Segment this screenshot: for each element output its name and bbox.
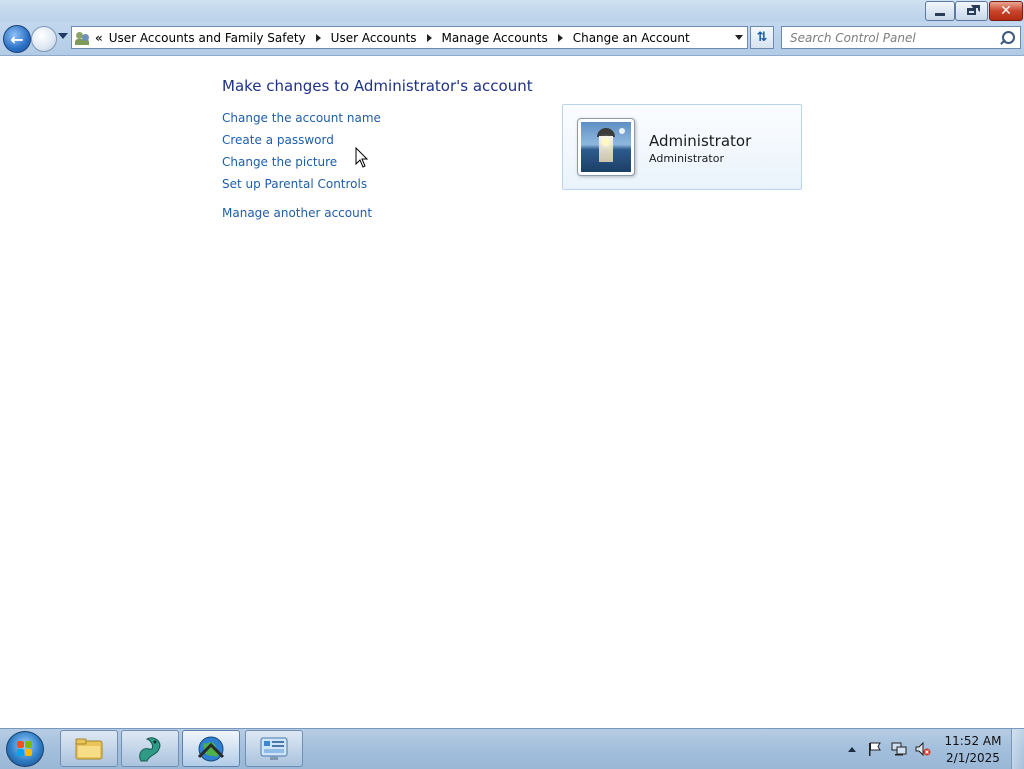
- account-type: Administrator: [649, 152, 724, 165]
- taskbar-globe-app[interactable]: [182, 730, 240, 767]
- page-title: Make changes to Administrator's account: [222, 77, 533, 95]
- restore-button[interactable]: [955, 1, 988, 21]
- breadcrumb-user-accounts-family-safety[interactable]: User Accounts and Family Safety: [109, 31, 306, 45]
- avatar: [577, 118, 635, 176]
- manage-another-account-link[interactable]: Manage another account: [222, 206, 372, 220]
- close-button[interactable]: ✕: [989, 1, 1023, 21]
- taskbar-windows-explorer[interactable]: [60, 730, 118, 767]
- show-desktop-button[interactable]: [1011, 729, 1024, 769]
- minimize-button[interactable]: [925, 1, 955, 21]
- address-overflow-chevrons[interactable]: «: [95, 31, 103, 45]
- search-icon[interactable]: [1002, 31, 1015, 44]
- windows-logo-icon: [17, 741, 33, 757]
- breadcrumb-manage-accounts[interactable]: Manage Accounts: [442, 31, 548, 45]
- clock-date[interactable]: 2/1/2025: [943, 751, 1003, 765]
- refresh-button[interactable]: ⇅: [750, 26, 774, 49]
- recent-pages-dropdown[interactable]: [58, 33, 68, 39]
- account-card: Administrator Administrator: [562, 104, 802, 190]
- close-icon: ✕: [1000, 3, 1012, 19]
- mouse-cursor-icon: [355, 147, 369, 168]
- taskbar-dragon-app[interactable]: [121, 730, 179, 767]
- change-account-name-link[interactable]: Change the account name: [222, 111, 381, 125]
- parental-controls-link[interactable]: Set up Parental Controls: [222, 177, 367, 191]
- volume-muted-icon[interactable]: [915, 742, 931, 756]
- taskbar: 11:52 AM 2/1/2025: [0, 728, 1024, 769]
- taskbar-control-panel[interactable]: [245, 730, 303, 767]
- user-accounts-icon: [75, 31, 91, 45]
- change-picture-link[interactable]: Change the picture: [222, 155, 337, 169]
- notification-area: 11:52 AM 2/1/2025: [843, 729, 1024, 769]
- breadcrumb-separator-icon[interactable]: [315, 33, 321, 42]
- back-button[interactable]: ←: [3, 25, 31, 53]
- back-arrow-icon: ←: [10, 29, 24, 49]
- breadcrumb-change-an-account[interactable]: Change an Account: [573, 31, 690, 45]
- search-box[interactable]: [781, 26, 1021, 49]
- clock-time[interactable]: 11:52 AM: [943, 734, 1003, 748]
- forward-button[interactable]: [31, 26, 57, 52]
- address-bar[interactable]: « User Accounts and Family Safety User A…: [71, 26, 748, 49]
- network-icon[interactable]: [891, 742, 907, 756]
- breadcrumb-separator-icon[interactable]: [426, 33, 432, 42]
- action-center-flag-icon[interactable]: [867, 742, 883, 756]
- address-history-dropdown-icon[interactable]: [735, 35, 743, 40]
- search-input[interactable]: [788, 27, 1002, 48]
- control-panel-icon: [260, 737, 288, 760]
- refresh-icon: ⇅: [756, 30, 768, 45]
- create-password-link[interactable]: Create a password: [222, 133, 334, 147]
- show-hidden-icons-icon[interactable]: [848, 747, 856, 752]
- globe-icon: [197, 736, 225, 761]
- dragon-icon: [139, 736, 161, 761]
- navigation-bar: ← « User Accounts and Family Safety User…: [0, 22, 1024, 56]
- account-name: Administrator: [649, 132, 752, 150]
- restore-icon: [967, 4, 980, 15]
- breadcrumb-user-accounts[interactable]: User Accounts: [331, 31, 417, 45]
- minimize-icon: [935, 12, 945, 16]
- window-title-bar: ✕: [0, 0, 1024, 22]
- folder-icon: [75, 738, 103, 759]
- lighthouse-picture-icon: [581, 122, 631, 172]
- breadcrumb-separator-icon[interactable]: [557, 33, 563, 42]
- start-button[interactable]: [6, 731, 44, 767]
